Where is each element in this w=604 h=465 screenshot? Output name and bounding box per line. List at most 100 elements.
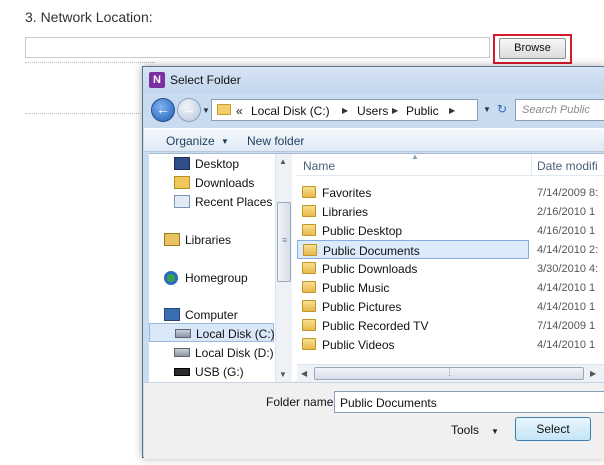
navigation-bar: ← → ▼ « Local Disk (C:) ▶ Users ▶ Public… xyxy=(143,94,604,126)
recent-locations-dropdown-icon[interactable]: ▼ xyxy=(202,106,210,115)
tools-menu[interactable]: Tools xyxy=(451,423,479,437)
browser-content: Desktop Downloads Recent Places Librarie… xyxy=(149,152,604,382)
nav-item-downloads[interactable]: Downloads xyxy=(149,173,274,192)
section-title: 3. Network Location: xyxy=(25,9,153,25)
nav-item-local-disk-c[interactable]: Local Disk (C:) xyxy=(149,323,275,342)
address-dropdown-icon[interactable]: ▼ xyxy=(483,105,491,114)
file-name: Libraries xyxy=(322,205,369,219)
libraries-icon xyxy=(164,233,180,246)
file-row[interactable]: Public Videos xyxy=(297,335,529,354)
dialog-footer: Folder name: Public Documents Tools ▼ Se… xyxy=(144,382,604,459)
folder-icon xyxy=(302,319,316,331)
nav-item-desktop[interactable]: Desktop xyxy=(149,154,274,173)
nav-label: Local Disk (D:) xyxy=(195,346,274,360)
back-arrow-icon[interactable]: ← xyxy=(151,98,175,122)
browse-button[interactable]: Browse xyxy=(499,38,566,59)
file-date-modified: 4/14/2010 2: xyxy=(537,244,599,256)
scroll-up-icon[interactable]: ▲ xyxy=(279,157,287,166)
folder-icon xyxy=(302,281,316,293)
nav-item-usb-g[interactable]: USB (G:) xyxy=(149,362,274,381)
tools-caret-icon[interactable]: ▼ xyxy=(491,427,499,436)
desktop-icon xyxy=(174,157,190,170)
folder-icon xyxy=(302,338,316,350)
forward-arrow-icon[interactable]: → xyxy=(177,98,201,122)
nav-item-homegroup[interactable]: Homegroup xyxy=(149,268,274,287)
search-placeholder: Search Public xyxy=(522,104,590,116)
file-name: Public Music xyxy=(322,281,390,295)
search-input[interactable]: Search Public xyxy=(515,99,604,121)
scrollbar-thumb[interactable]: ⋮ xyxy=(314,367,584,380)
file-row[interactable]: Public Recorded TV xyxy=(297,316,529,335)
file-row[interactable]: Public Desktop xyxy=(297,221,529,240)
nav-item-recent-places[interactable]: Recent Places xyxy=(149,192,274,211)
folder-name-input[interactable]: Public Documents xyxy=(334,391,604,413)
folder-icon xyxy=(303,244,317,256)
file-row[interactable]: Favorites xyxy=(297,183,529,202)
sort-ascending-icon: ▲ xyxy=(411,152,419,161)
grip-icon: ≡ xyxy=(282,235,288,245)
file-row[interactable]: Public Downloads xyxy=(297,259,529,278)
file-list-pane: ▲ Name Date modifi Favorites 7/14/2009 8:… xyxy=(297,152,604,382)
breadcrumb-arrow-icon[interactable]: ▶ xyxy=(342,106,348,115)
scrollbar-thumb[interactable]: ≡ xyxy=(277,202,291,282)
folder-icon xyxy=(302,205,316,217)
column-name[interactable]: Name xyxy=(303,159,335,173)
file-date-modified: 4/16/2010 1 xyxy=(537,225,596,237)
nav-label: Downloads xyxy=(195,176,255,190)
file-name: Public Pictures xyxy=(322,300,402,314)
file-row[interactable]: Public Music xyxy=(297,278,529,297)
select-button[interactable]: Select xyxy=(515,417,591,441)
file-date-modified: 7/14/2009 1 xyxy=(537,320,596,332)
computer-icon xyxy=(164,308,180,321)
usb-drive-icon xyxy=(174,368,190,376)
file-row[interactable]: Public Pictures xyxy=(297,297,529,316)
column-separator[interactable] xyxy=(531,154,532,176)
column-date-modified[interactable]: Date modifi xyxy=(537,159,598,173)
nav-label: Homegroup xyxy=(185,271,248,285)
nav-label: USB (G:) xyxy=(195,365,244,379)
address-segment-local-disk[interactable]: Local Disk (C:) xyxy=(251,104,330,118)
refresh-icon[interactable]: ↻ xyxy=(495,102,509,116)
address-segment-users[interactable]: Users xyxy=(357,104,388,118)
organize-menu[interactable]: Organize xyxy=(166,134,215,148)
network-location-input[interactable] xyxy=(25,37,490,58)
address-bar[interactable]: « Local Disk (C:) ▶ Users ▶ Public ▶ xyxy=(211,99,478,121)
scroll-left-icon[interactable]: ◀ xyxy=(301,369,307,378)
navigation-pane: Desktop Downloads Recent Places Librarie… xyxy=(149,154,295,382)
file-date-modified: 2/16/2010 1 xyxy=(537,206,596,218)
file-row[interactable]: Public Documents xyxy=(297,240,529,259)
folder-icon xyxy=(302,300,316,312)
drive-icon xyxy=(174,348,190,357)
divider xyxy=(25,113,145,114)
folder-icon xyxy=(302,186,316,198)
homegroup-icon xyxy=(164,271,178,285)
file-name: Public Downloads xyxy=(322,262,418,276)
nav-item-libraries[interactable]: Libraries xyxy=(149,230,274,249)
navigation-scrollbar[interactable]: ▲ ≡ ▼ xyxy=(275,154,292,382)
recent-places-icon xyxy=(174,195,190,208)
file-date-modified: 4/14/2010 1 xyxy=(537,301,596,313)
breadcrumb-arrow-icon[interactable]: ▶ xyxy=(392,106,398,115)
address-segment-public[interactable]: Public xyxy=(406,104,439,118)
folder-icon xyxy=(217,104,231,115)
breadcrumb-arrow-icon[interactable]: ▶ xyxy=(449,106,455,115)
select-folder-dialog: N Select Folder ← → ▼ « Local Disk (C:) … xyxy=(142,66,604,459)
organize-caret-icon[interactable]: ▼ xyxy=(221,137,229,146)
nav-label: Libraries xyxy=(185,233,232,247)
nav-item-local-disk-d[interactable]: Local Disk (D:) xyxy=(149,343,274,362)
address-overflow-chevron[interactable]: « xyxy=(236,104,243,118)
scroll-down-icon[interactable]: ▼ xyxy=(279,370,287,379)
file-date-modified: 4/14/2010 1 xyxy=(537,282,596,294)
new-folder-button[interactable]: New folder xyxy=(247,134,304,148)
file-row[interactable]: Libraries xyxy=(297,202,529,221)
nav-label: Local Disk (C:) xyxy=(196,327,275,341)
folder-icon xyxy=(302,262,316,274)
horizontal-scrollbar[interactable]: ◀ ⋮ ▶ xyxy=(297,364,604,382)
file-date-modified: 3/30/2010 4: xyxy=(537,263,599,275)
command-toolbar: Organize ▼ New folder xyxy=(144,128,604,152)
nav-item-computer[interactable]: Computer xyxy=(149,305,274,324)
scroll-right-icon[interactable]: ▶ xyxy=(590,369,596,378)
nav-label: Recent Places xyxy=(195,195,273,209)
dialog-titlebar[interactable]: N Select Folder xyxy=(143,67,604,93)
onenote-app-icon: N xyxy=(149,72,165,88)
